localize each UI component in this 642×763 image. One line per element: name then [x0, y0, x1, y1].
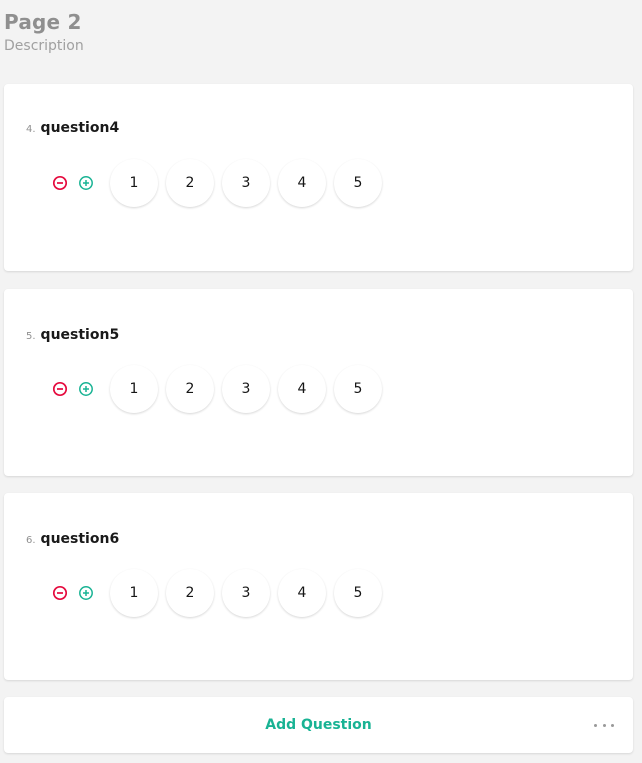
plus-circle-icon [79, 176, 93, 190]
question-number: 6. [26, 535, 36, 546]
question-number: 4. [26, 124, 36, 135]
page-header: Page 2 Description [4, 8, 84, 56]
minus-circle-icon [52, 175, 68, 191]
plus-circle-icon [79, 382, 93, 396]
minus-circle-icon [52, 585, 68, 601]
rate-item-3[interactable]: 3 [222, 569, 270, 617]
question-number: 5. [26, 331, 36, 342]
rate-item-3[interactable]: 3 [222, 159, 270, 207]
remove-rate-button[interactable] [52, 175, 68, 191]
plus-circle-icon [79, 586, 93, 600]
add-rate-button[interactable] [78, 585, 94, 601]
question-title: 6. question6 [26, 531, 119, 547]
minus-circle-icon [52, 381, 68, 397]
rate-item-4[interactable]: 4 [278, 569, 326, 617]
rate-item-2[interactable]: 2 [166, 569, 214, 617]
rate-item-4[interactable]: 4 [278, 365, 326, 413]
rating-row: 1 2 3 4 5 [52, 569, 390, 617]
remove-rate-button[interactable] [52, 381, 68, 397]
question-title: 4. question4 [26, 120, 119, 136]
question-card[interactable]: 4. question4 1 2 3 4 5 [4, 84, 633, 271]
rate-item-5[interactable]: 5 [334, 365, 382, 413]
add-rate-button[interactable] [78, 175, 94, 191]
question-card[interactable]: 5. question5 1 2 3 4 5 [4, 289, 633, 476]
page-description[interactable]: Description [4, 36, 84, 56]
more-dots-icon [594, 723, 597, 727]
add-question-button[interactable]: Add Question [4, 697, 633, 753]
rating-row: 1 2 3 4 5 [52, 365, 390, 413]
rating-row: 1 2 3 4 5 [52, 159, 390, 207]
question-card[interactable]: 6. question6 1 2 3 4 5 [4, 493, 633, 680]
rate-item-1[interactable]: 1 [110, 365, 158, 413]
more-options-button[interactable] [594, 717, 614, 733]
question-name[interactable]: question5 [41, 327, 120, 343]
question-name[interactable]: question6 [41, 531, 120, 547]
question-title: 5. question5 [26, 327, 119, 343]
page-title[interactable]: Page 2 [4, 8, 84, 36]
add-rate-button[interactable] [78, 381, 94, 397]
question-name[interactable]: question4 [41, 120, 120, 136]
remove-rate-button[interactable] [52, 585, 68, 601]
rate-item-1[interactable]: 1 [110, 569, 158, 617]
rate-item-2[interactable]: 2 [166, 365, 214, 413]
rate-item-3[interactable]: 3 [222, 365, 270, 413]
rate-item-1[interactable]: 1 [110, 159, 158, 207]
rate-item-5[interactable]: 5 [334, 569, 382, 617]
rate-item-4[interactable]: 4 [278, 159, 326, 207]
add-question-bar: Add Question [4, 697, 633, 753]
rate-item-5[interactable]: 5 [334, 159, 382, 207]
rate-item-2[interactable]: 2 [166, 159, 214, 207]
